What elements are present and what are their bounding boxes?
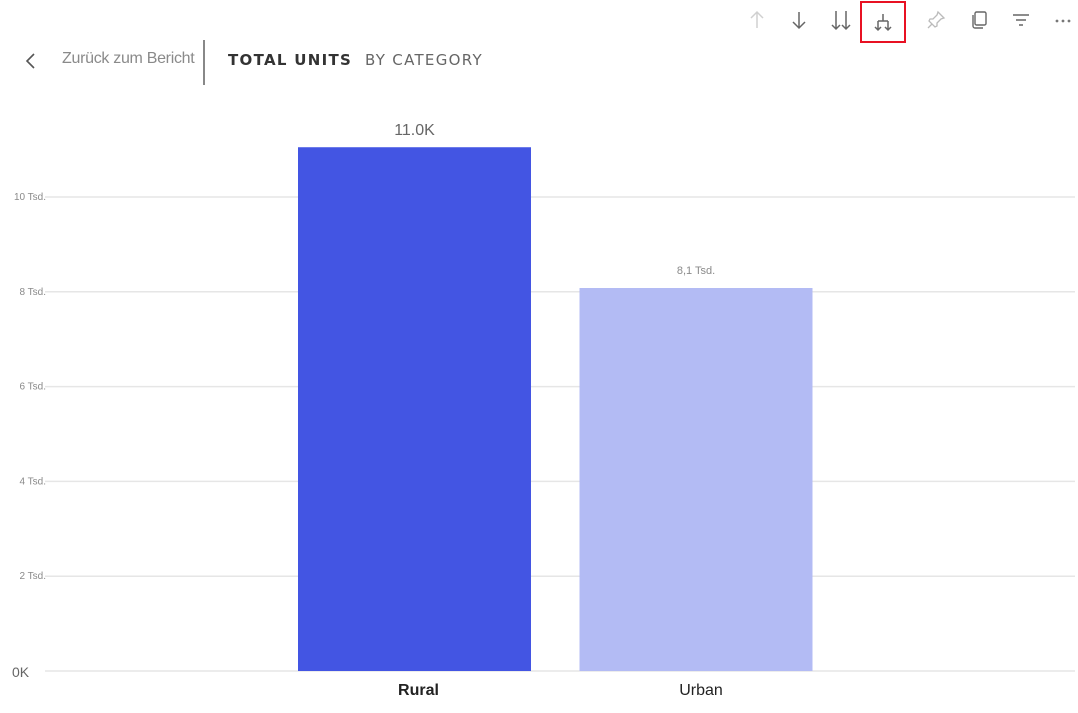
x-category-label[interactable]: Urban (679, 682, 723, 699)
data-label: 8,1 Tsd. (677, 265, 715, 277)
y-tick-label: 6 Tsd. (20, 382, 47, 393)
bar-urban[interactable] (579, 288, 813, 671)
bar-chart: 0K 2 Tsd. 4 Tsd. 6 Tsd. 8 Tsd. 10 Tsd. 11.0K Ru… (12, 122, 1075, 699)
bar-rural[interactable] (298, 147, 531, 672)
y-tick-label: 2 Tsd. (20, 571, 47, 582)
y-tick-label: 8 Tsd. (20, 287, 47, 298)
data-label: 11.0K (394, 122, 435, 139)
y-tick-label: 10 Tsd. (14, 192, 46, 203)
x-category-label[interactable]: Rural (398, 682, 439, 699)
y-tick-label: 4 Tsd. (20, 476, 47, 487)
y-tick-label: 0K (12, 664, 30, 680)
